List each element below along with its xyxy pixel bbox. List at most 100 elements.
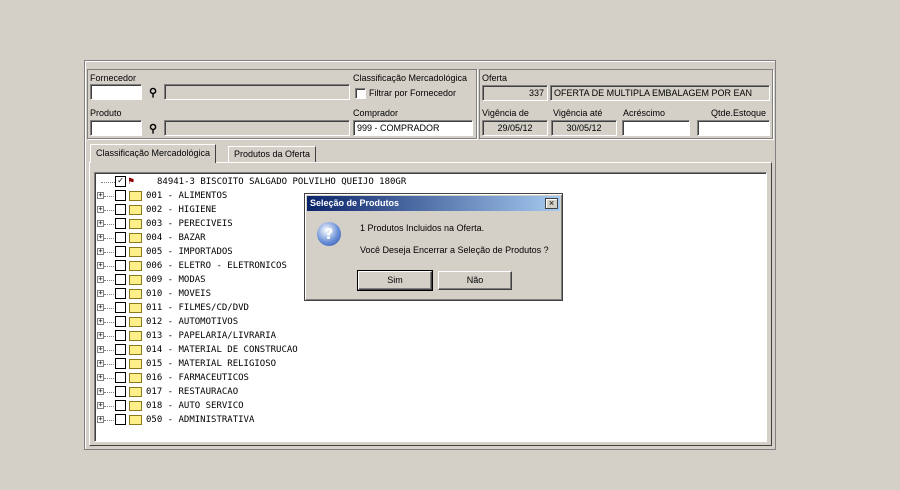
vigencia-de-field: 29/05/12 (482, 120, 548, 136)
tree-node-label: 016 - FARMACEUTICOS (146, 373, 249, 383)
tree-node-label: 001 - ALIMENTOS (146, 191, 228, 201)
tree-node-label: 014 - MATERIAL DE CONSTRUCAO (146, 345, 298, 355)
tree-node-checkbox[interactable] (115, 316, 126, 327)
no-button[interactable]: Não (438, 271, 512, 290)
oferta-desc-field: OFERTA DE MULTIPLA EMBALAGEM POR EAN (550, 85, 770, 101)
tree-node-label: 006 - ELETRO - ELETRONICOS (146, 261, 287, 271)
dialog-title: Seleção de Produtos × (307, 196, 560, 211)
tree-node[interactable]: +013 - PAPELARIA/LIVRARIA (95, 329, 766, 343)
tree-node-label: 017 - RESTAURACAO (146, 387, 239, 397)
folder-icon (129, 219, 142, 229)
tree-node-checkbox[interactable] (115, 372, 126, 383)
expand-icon[interactable]: + (97, 234, 104, 241)
tree-node-label: 003 - PERECIVEIS (146, 219, 233, 229)
tree-node-checkbox[interactable] (115, 302, 126, 313)
vigencia-ate-label: Vigência até (553, 108, 603, 118)
tree-node[interactable]: +014 - MATERIAL DE CONSTRUCAO (95, 343, 766, 357)
tree-node-label: 015 - MATERIAL RELIGIOSO (146, 359, 277, 369)
expand-icon[interactable]: + (97, 276, 104, 283)
filtrar-fornecedor-label: Filtrar por Fornecedor (369, 88, 457, 98)
tree-node-label: 005 - IMPORTADOS (146, 247, 233, 257)
oferta-code-field: 337 (482, 85, 548, 101)
expand-icon[interactable]: + (97, 416, 104, 423)
tree-node-checkbox[interactable] (115, 218, 126, 229)
vigencia-de-label: Vigência de (482, 108, 529, 118)
dialog-message-1: 1 Produtos Incluidos na Oferta. (360, 223, 485, 233)
tree-node-checkbox[interactable] (115, 330, 126, 341)
dialog-message-2: Você Deseja Encerrar a Seleção de Produt… (360, 245, 549, 255)
fornecedor-search-icon[interactable]: ⚲ (144, 84, 162, 102)
tree-node-checkbox[interactable] (115, 260, 126, 271)
dialog-title-text: Seleção de Produtos (310, 198, 400, 208)
yes-button[interactable]: Sim (357, 270, 433, 291)
expand-icon[interactable]: + (97, 290, 104, 297)
tree-node-checkbox[interactable] (115, 386, 126, 397)
expand-icon[interactable]: + (97, 360, 104, 367)
tree-node[interactable]: +017 - RESTAURACAO (95, 385, 766, 399)
folder-icon (129, 387, 142, 397)
fornecedor-label: Fornecedor (90, 73, 137, 83)
expand-icon[interactable]: + (97, 346, 104, 353)
acrescimo-label: Acréscimo (623, 108, 666, 118)
folder-icon (129, 233, 142, 243)
tree-node-label: 009 - MODAS (146, 275, 206, 285)
tab-classificacao[interactable]: Classificação Mercadológica (90, 144, 217, 163)
expand-icon[interactable]: + (97, 206, 104, 213)
fornecedor-code-input[interactable] (90, 84, 142, 100)
tree-node[interactable]: +018 - AUTO SERVICO (95, 399, 766, 413)
tree-node-checkbox[interactable] (115, 246, 126, 257)
produto-code-input[interactable] (90, 120, 142, 136)
tree-node-label: 012 - AUTOMOTIVOS (146, 317, 239, 327)
expand-icon[interactable]: + (97, 374, 104, 381)
produto-name-field (164, 120, 350, 136)
expand-icon[interactable]: + (97, 318, 104, 325)
acrescimo-input[interactable] (622, 120, 690, 136)
close-icon[interactable]: × (545, 198, 558, 209)
tree-root-checkbox[interactable]: ✓ (115, 176, 126, 187)
expand-icon[interactable]: + (97, 332, 104, 339)
tree-root-node[interactable]: ✓ ⚑ 84941-3 BISCOITO SALGADO POLVILHO QU… (95, 175, 766, 189)
filtrar-fornecedor-checkbox[interactable] (355, 88, 366, 99)
tree-node[interactable]: +012 - AUTOMOTIVOS (95, 315, 766, 329)
tree-node-checkbox[interactable] (115, 288, 126, 299)
tree-node-checkbox[interactable] (115, 232, 126, 243)
tree-node-label: 018 - AUTO SERVICO (146, 401, 244, 411)
tree-node-checkbox[interactable] (115, 344, 126, 355)
expand-icon[interactable]: + (97, 304, 104, 311)
folder-icon (129, 415, 142, 425)
expand-icon[interactable]: + (97, 220, 104, 227)
produto-label: Produto (90, 108, 122, 118)
oferta-label: Oferta (482, 73, 508, 83)
question-icon: ? (317, 222, 341, 246)
tree-node-checkbox[interactable] (115, 414, 126, 425)
tree-node-checkbox[interactable] (115, 274, 126, 285)
folder-icon (129, 345, 142, 355)
comprador-field[interactable]: 999 - COMPRADOR (353, 120, 473, 136)
tree-node-checkbox[interactable] (115, 190, 126, 201)
tab-produtos-oferta[interactable]: Produtos da Oferta (228, 146, 317, 163)
folder-icon (129, 247, 142, 257)
expand-icon[interactable]: + (97, 388, 104, 395)
tree-node[interactable]: +016 - FARMACEUTICOS (95, 371, 766, 385)
produto-search-icon[interactable]: ⚲ (144, 120, 162, 138)
tree-node[interactable]: +011 - FILMES/CD/DVD (95, 301, 766, 315)
tree-node-checkbox[interactable] (115, 358, 126, 369)
tree-node-label: 013 - PAPELARIA/LIVRARIA (146, 331, 277, 341)
vigencia-ate-field: 30/05/12 (551, 120, 617, 136)
folder-icon (129, 289, 142, 299)
tree-node-label: 011 - FILMES/CD/DVD (146, 303, 249, 313)
tree-node-checkbox[interactable] (115, 400, 126, 411)
qtde-estoque-input[interactable] (697, 120, 770, 136)
tree-node-label: 002 - HIGIENE (146, 205, 217, 215)
expand-icon[interactable]: + (97, 192, 104, 199)
folder-icon (129, 317, 142, 327)
folder-icon (129, 303, 142, 313)
expand-icon[interactable]: + (97, 248, 104, 255)
folder-icon (129, 359, 142, 369)
tree-node-checkbox[interactable] (115, 204, 126, 215)
classificacao-label: Classificação Mercadológica (353, 73, 468, 83)
expand-icon[interactable]: + (97, 262, 104, 269)
tree-node[interactable]: +015 - MATERIAL RELIGIOSO (95, 357, 766, 371)
tree-node[interactable]: +050 - ADMINISTRATIVA (95, 413, 766, 427)
expand-icon[interactable]: + (97, 402, 104, 409)
